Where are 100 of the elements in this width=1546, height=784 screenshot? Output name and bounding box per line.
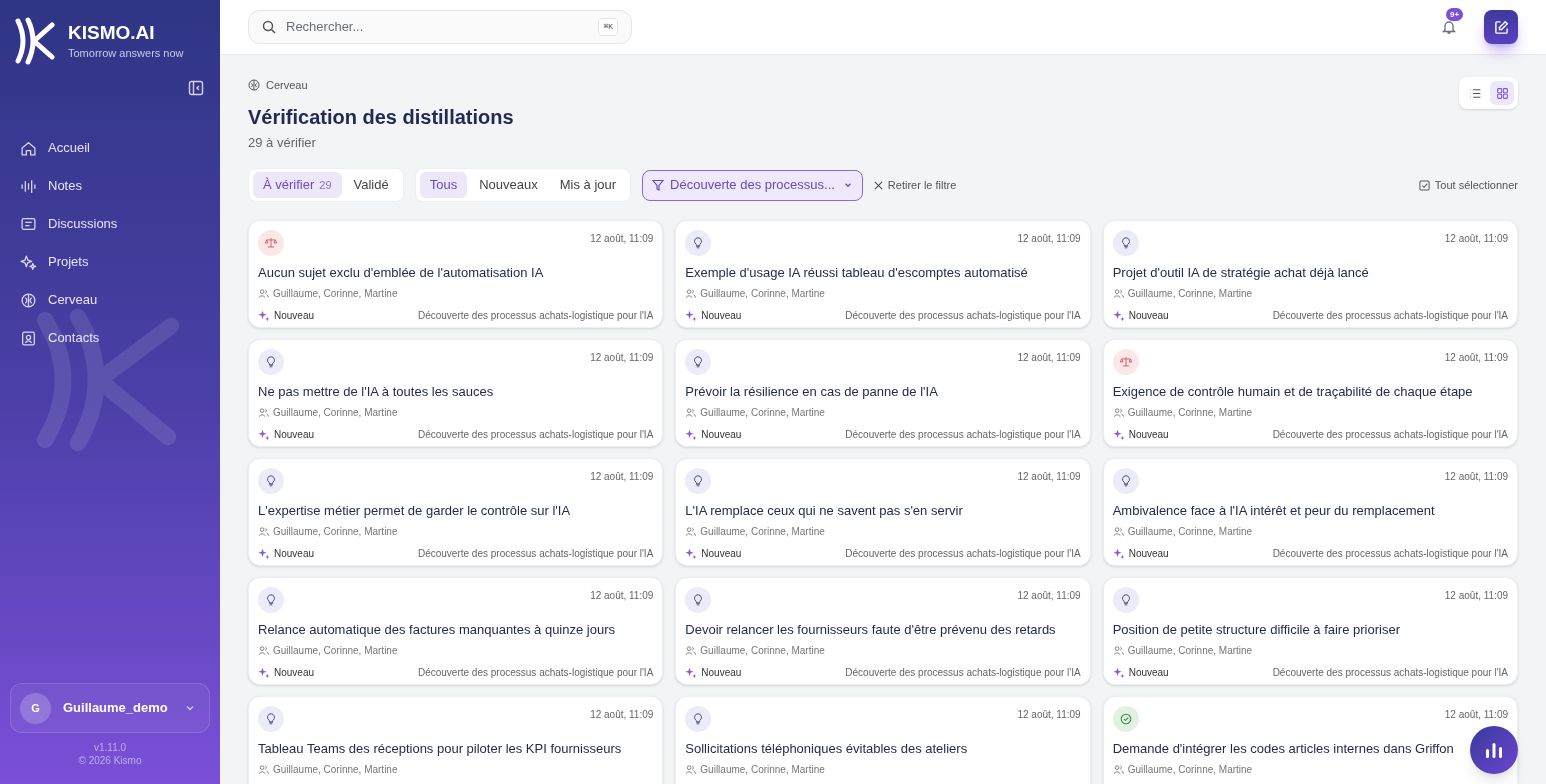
new-note-button[interactable] [1484, 10, 1518, 44]
people-icon [258, 526, 269, 537]
card-people: Guillaume, Corinne, Martine [273, 287, 398, 301]
card-people: Guillaume, Corinne, Martine [700, 287, 825, 301]
note-card[interactable]: 12 août, 11:09 Projet d'outil IA de stratégie achat déjà lancé Guillaume, Corinne, Martine Nouveau Découverte des processus achats-logistique pour l'IA [1102, 220, 1518, 328]
filter-tab[interactable]: Tous [419, 172, 468, 198]
card-people: Guillaume, Corinne, Martine [700, 763, 825, 777]
status-label: Nouveau [701, 309, 742, 323]
lightbulb-icon [685, 349, 712, 375]
card-title: Position de petite structure difficile à faire prioriser [1112, 621, 1400, 639]
collapse-sidebar-icon[interactable] [188, 80, 204, 96]
lightbulb-icon [1112, 230, 1139, 256]
card-date: 12 août, 11:09 [590, 351, 654, 365]
card-date: 12 août, 11:09 [1017, 589, 1081, 603]
card-title: Sollicitations téléphoniques évitables des ateliers [685, 740, 968, 758]
filter-dropdown[interactable]: Découverte des processus... [642, 169, 863, 201]
note-card[interactable]: 12 août, 11:09 Devoir relancer les fournisseurs faute d'être prévenu des retards Guillaume, Corinne, Martine Nouveau Découverte des processus achats-logistique pour l'IA [675, 577, 1091, 685]
breadcrumb[interactable]: Cerveau [266, 77, 308, 94]
status-label: Nouveau [274, 428, 315, 442]
user-menu[interactable]: G Guillaume_demo [10, 683, 210, 733]
people-icon [685, 526, 697, 537]
note-card[interactable]: 12 août, 11:09 L'IA remplace ceux qui ne savent pas s'en servir Guillaume, Corinne, Martine Nouveau Découverte des processus achats-logistique pour l'IA [675, 458, 1091, 566]
grid-icon [1495, 86, 1509, 100]
note-card[interactable]: 12 août, 11:09 Ne pas mettre de l'IA à toutes les sauces Guillaume, Corinne, Martine Nouveau Découverte des processus achats-logistique pour l'IA [248, 339, 664, 447]
sparkles-icon [258, 666, 270, 679]
card-project: Découverte des processus achats-logistique pour l'IA [1272, 428, 1508, 442]
card-people: Guillaume, Corinne, Martine [1127, 525, 1253, 539]
search-icon [262, 20, 276, 34]
people-icon [1112, 407, 1124, 418]
status-label: Nouveau [274, 666, 315, 680]
note-card[interactable]: 12 août, 11:09 Exemple d'usage IA réussi tableau d'escomptes automatisé Guillaume, Corinne, Martine Nouveau Découverte des processus achats-logistique pour l'IA [675, 220, 1091, 328]
card-date: 12 août, 11:09 [1017, 351, 1081, 365]
search-field[interactable]: Rechercher... [286, 17, 589, 37]
note-card[interactable]: 12 août, 11:09 Ambivalence face à l'IA intérêt et peur du remplacement Guillaume, Corinne, Martine Nouveau Découverte des processus achats-logistique pour l'IA [1102, 458, 1518, 566]
note-card[interactable]: 12 août, 11:09 Position de petite structure difficile à faire prioriser Guillaume, Corinne, Martine Nouveau Découverte des processus achats-logistique pour l'IA [1102, 577, 1518, 685]
people-icon [258, 288, 269, 299]
lightbulb-icon [685, 587, 712, 613]
nav-item[interactable]: Accueil [10, 132, 210, 164]
card-project: Découverte des processus achats-logistique pour l'IA [1272, 547, 1508, 561]
people-icon [685, 407, 697, 418]
lightbulb-icon [1112, 468, 1139, 494]
filter-tab[interactable]: À vérifier 29 [253, 172, 342, 198]
note-card[interactable]: 12 août, 11:09 Sollicitations téléphoniques évitables des ateliers Guillaume, Corinne, Martine [675, 696, 1091, 784]
card-people: Guillaume, Corinne, Martine [273, 406, 398, 420]
grid-view-button[interactable] [1490, 81, 1514, 105]
note-card[interactable]: 12 août, 11:09 Relance automatique des factures manquantes à quinze jours Guillaume, Corinne, Martine Nouveau Découverte des processus achats-logistique pour l'IA [248, 577, 664, 685]
select-all-button[interactable]: Tout sélectionner [1418, 176, 1518, 194]
lightbulb-icon [258, 587, 284, 613]
card-project: Découverte des processus achats-logistique pour l'IA [417, 666, 654, 680]
lightbulb-icon [1112, 587, 1139, 613]
clear-filter-link[interactable]: Retirer le filtre [873, 176, 957, 194]
nav-item[interactable]: Cerveau [10, 284, 210, 316]
status-label: Nouveau [1128, 428, 1169, 442]
note-card[interactable]: 12 août, 11:09 Prévoir la résilience en cas de panne de l'IA Guillaume, Corinne, Martine Nouveau Découverte des processus achats-logistique pour l'IA [675, 339, 1091, 447]
brand-name: KISMO.AI [68, 20, 156, 45]
card-project: Découverte des processus achats-logistique pour l'IA [845, 547, 1081, 561]
chat-icon [20, 215, 37, 233]
status-label: Nouveau [701, 547, 742, 561]
filter-tab[interactable]: Validé [343, 172, 399, 198]
brain-icon [20, 291, 37, 309]
card-date: 12 août, 11:09 [1444, 708, 1508, 722]
nav-item[interactable]: Contacts [10, 322, 210, 354]
nav-item[interactable]: Discussions [10, 208, 210, 240]
lightbulb-icon [258, 468, 284, 494]
note-card[interactable]: 12 août, 11:09 Demande d'intégrer les codes articles internes dans Griffon Guillaume, Corinne, Martine [1102, 696, 1518, 784]
people-icon [685, 288, 697, 299]
nav-item[interactable]: Notes [10, 170, 210, 202]
page-subtitle: 29 à vérifier [248, 133, 317, 152]
contact-card-icon [20, 329, 37, 347]
lightbulb-icon [685, 706, 712, 732]
card-title: L'IA remplace ceux qui ne savent pas s'en servir [685, 502, 963, 520]
notification-badge: 9+ [1446, 8, 1464, 21]
sparkles-icon [1112, 547, 1125, 560]
brain-icon [248, 79, 260, 92]
lightbulb-icon [685, 468, 712, 494]
sparkles-icon [685, 547, 698, 560]
status-label: Nouveau [701, 428, 742, 442]
user-avatar: G [20, 692, 51, 724]
card-project: Découverte des processus achats-logistique pour l'IA [1272, 666, 1508, 680]
card-date: 12 août, 11:09 [590, 589, 654, 603]
search-bar[interactable]: Rechercher... ⌘K [248, 10, 632, 44]
page-title: Vérification des distillations [248, 104, 514, 130]
people-icon [258, 645, 269, 656]
card-date: 12 août, 11:09 [1017, 470, 1081, 484]
card-project: Découverte des processus achats-logistique pour l'IA [845, 428, 1081, 442]
note-card[interactable]: 12 août, 11:09 Tableau Teams des réceptions pour piloter les KPI fournisseurs Guillaume, Corinne, Martine [248, 696, 664, 784]
people-icon [258, 407, 269, 418]
note-card[interactable]: 12 août, 11:09 L'expertise métier permet de garder le contrôle sur l'IA Guillaume, Corinne, Martine Nouveau Découverte des processus achats-logistique pour l'IA [248, 458, 664, 566]
card-title: Devoir relancer les fournisseurs faute d'être prévenu des retards [685, 621, 1056, 639]
lightbulb-icon [258, 706, 284, 732]
checkbox-icon [1418, 179, 1430, 191]
status-label: Nouveau [1128, 309, 1169, 323]
nav-item[interactable]: Projets [10, 246, 210, 278]
filter-tab[interactable]: Mis à jour [549, 172, 627, 198]
card-title: Relance automatique des factures manquantes à quinze jours [258, 621, 615, 639]
card-project: Découverte des processus achats-logistique pour l'IA [417, 309, 654, 323]
note-card[interactable]: 12 août, 11:09 Exigence de contrôle humain et de traçabilité de chaque étape Guillaume, Corinne, Martine Nouveau Découverte des processus achats-logistique pour l'IA [1102, 339, 1518, 447]
note-card[interactable]: 12 août, 11:09 Aucun sujet exclu d'emblée de l'automatisation IA Guillaume, Corinne, Martine Nouveau Découverte des processus achats-logistique pour l'IA [248, 220, 664, 328]
logo-icon [14, 17, 56, 65]
filter-tab[interactable]: Nouveaux [469, 172, 548, 198]
